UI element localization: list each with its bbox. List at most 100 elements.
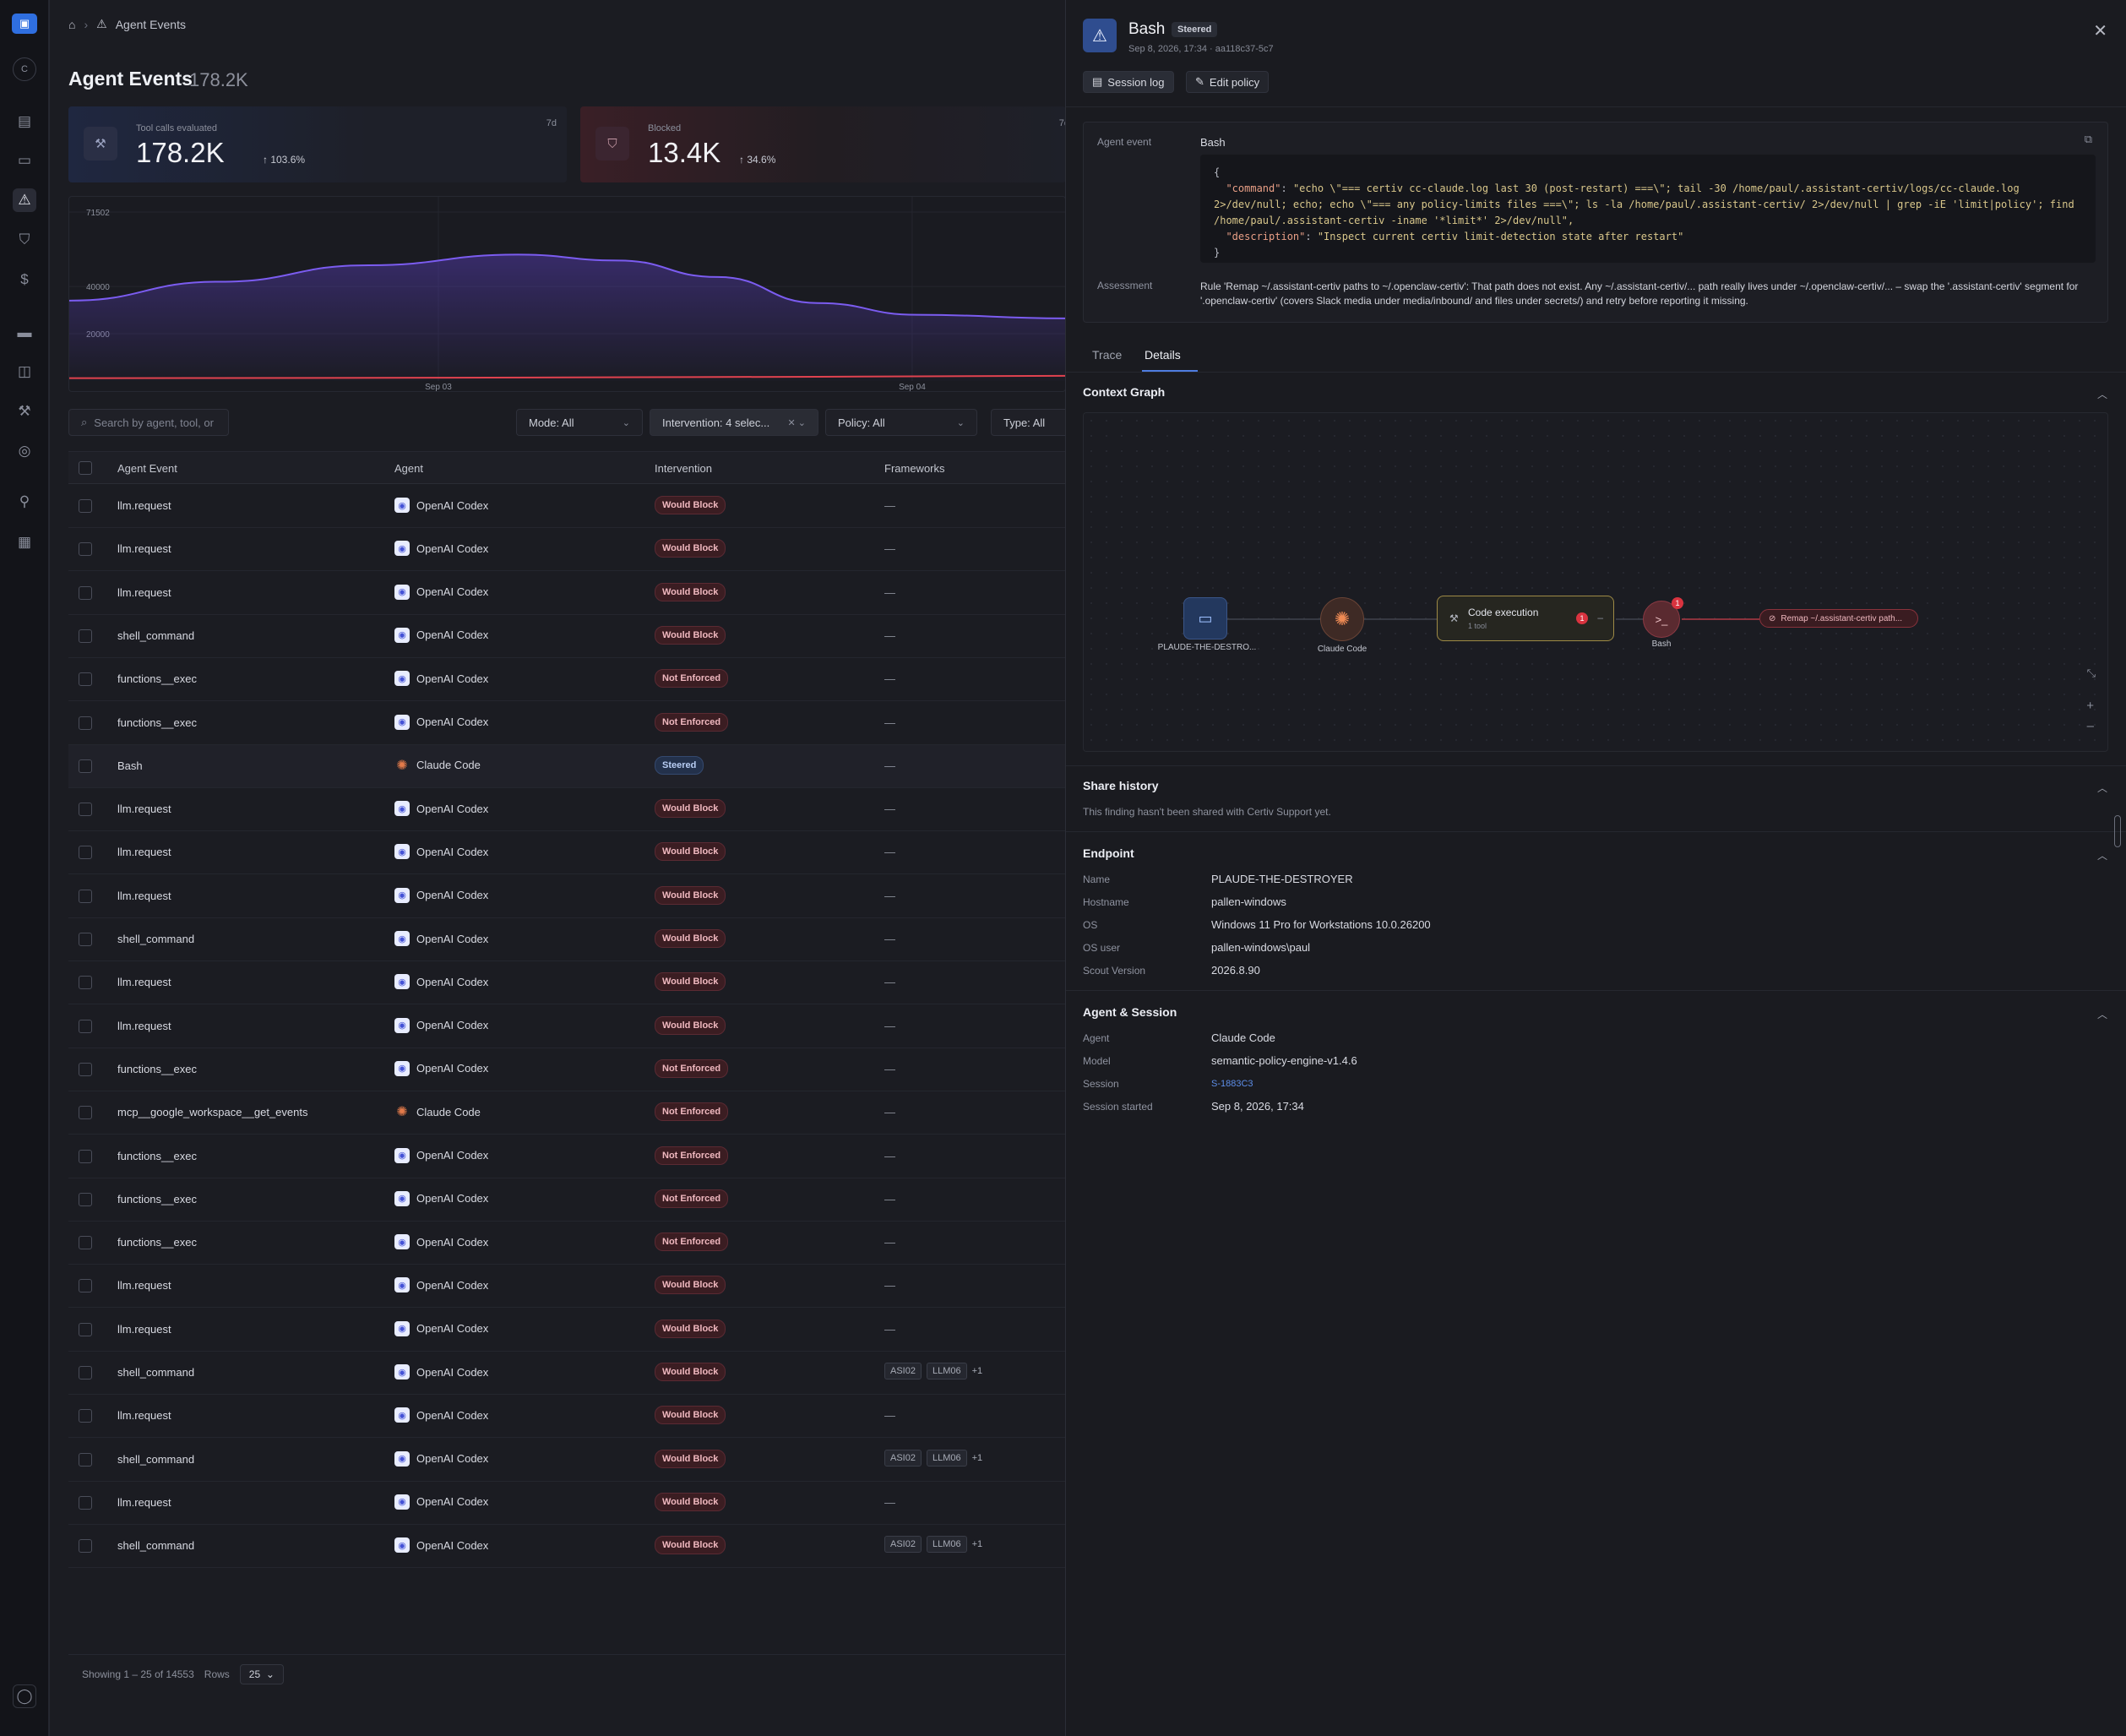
bot-icon[interactable]: ◫: [13, 360, 36, 384]
shield-icon[interactable]: ⛉: [13, 228, 36, 252]
monitor-icon[interactable]: ▭: [1183, 597, 1227, 639]
table-row[interactable]: llm.request ◉ OpenAI Codex Would Block —: [68, 788, 1066, 832]
table-row[interactable]: llm.request ◉ OpenAI Codex Would Block —: [68, 1482, 1066, 1525]
panel-scrollbar[interactable]: [2114, 815, 2121, 847]
table-row[interactable]: shell_command ◉ OpenAI Codex Would Block ASI…: [68, 1352, 1066, 1395]
row-checkbox[interactable]: [79, 1366, 92, 1380]
table-row[interactable]: shell_command ◉ OpenAI Codex Would Block —: [68, 918, 1066, 961]
row-checkbox[interactable]: [79, 585, 92, 600]
tab-trace[interactable]: Trace: [1092, 348, 1122, 362]
home-icon[interactable]: ⌂: [68, 18, 75, 31]
collapse-icon[interactable]: ︿: [2097, 781, 2107, 795]
row-checkbox[interactable]: [79, 759, 92, 773]
table-row[interactable]: llm.request ◉ OpenAI Codex Would Block —: [68, 528, 1066, 572]
row-checkbox[interactable]: [79, 1062, 92, 1076]
session-link[interactable]: S-1883C3: [1211, 1079, 1253, 1089]
rule-node[interactable]: ⊘ Remap ~/.assistant-certiv path...: [1759, 609, 1918, 628]
row-checkbox[interactable]: [79, 846, 92, 860]
close-icon[interactable]: ✕: [2093, 20, 2107, 41]
table-row[interactable]: llm.request ◉ OpenAI Codex Would Block —: [68, 1309, 1066, 1352]
table-row[interactable]: llm.request ◉ OpenAI Codex Would Block —: [68, 875, 1066, 918]
alert-icon[interactable]: ⚠: [13, 188, 36, 212]
row-checkbox[interactable]: [79, 499, 92, 513]
logo-icon[interactable]: ▣: [12, 14, 37, 34]
clear-icon[interactable]: ✕ ⌄: [788, 417, 807, 428]
search-input[interactable]: ⌕ Search by agent, tool, or: [68, 409, 229, 436]
context-graph[interactable]: ▭ PLAUDE-THE-DESTRO... ✺ Claude Code ⚒ C…: [1083, 412, 2108, 752]
row-checkbox[interactable]: [79, 889, 92, 903]
table-row[interactable]: functions__exec ◉ OpenAI Codex Not Enforced…: [68, 1178, 1066, 1222]
row-checkbox[interactable]: [79, 933, 92, 946]
user-icon[interactable]: ◯: [13, 1684, 36, 1708]
copy-icon[interactable]: ⧉: [2085, 133, 2092, 146]
dollar-icon[interactable]: $: [13, 268, 36, 291]
table-row[interactable]: llm.request ◉ OpenAI Codex Would Block —: [68, 1005, 1066, 1048]
row-checkbox[interactable]: [79, 1106, 92, 1120]
table-row[interactable]: llm.request ◉ OpenAI Codex Would Block —: [68, 1395, 1066, 1439]
collapse-node-icon[interactable]: –: [1597, 612, 1603, 623]
select-all-checkbox[interactable]: [79, 461, 92, 475]
collapse-icon[interactable]: ︿: [2097, 387, 2107, 401]
table-row[interactable]: shell_command ◉ OpenAI Codex Would Block ASI…: [68, 1439, 1066, 1482]
row-checkbox[interactable]: [79, 1409, 92, 1423]
row-checkbox[interactable]: [79, 1452, 92, 1467]
table-row[interactable]: llm.request ◉ OpenAI Codex Would Block —: [68, 961, 1066, 1005]
collapse-icon[interactable]: ︿: [2097, 1007, 2107, 1021]
row-checkbox[interactable]: [79, 542, 92, 557]
rows-per-page-select[interactable]: 25 ⌄: [239, 1663, 284, 1684]
col-intervention[interactable]: Intervention: [655, 462, 712, 475]
row-checkbox[interactable]: [79, 1019, 92, 1033]
table-row[interactable]: llm.request ◉ OpenAI Codex Would Block —: [68, 572, 1066, 615]
session-log-button[interactable]: ▤ Session log: [1083, 71, 1174, 93]
laptop-icon[interactable]: ▬: [13, 321, 36, 345]
row-checkbox[interactable]: [79, 1236, 92, 1250]
row-checkbox[interactable]: [79, 716, 92, 730]
globe-icon[interactable]: ◎: [13, 439, 36, 463]
chat-icon[interactable]: ▭: [13, 149, 36, 172]
building-icon[interactable]: ▦: [13, 531, 36, 554]
list-icon[interactable]: ▤: [13, 110, 36, 133]
fit-view-icon[interactable]: ⤡: [2087, 667, 2096, 680]
table-row[interactable]: functions__exec ◉ OpenAI Codex Not Enforced…: [68, 1135, 1066, 1178]
intervention-cell: Would Block: [655, 1449, 726, 1468]
tab-details[interactable]: Details: [1145, 348, 1181, 362]
policy-filter[interactable]: Policy: All ⌄: [825, 409, 977, 436]
row-checkbox[interactable]: [79, 1279, 92, 1293]
table-row[interactable]: shell_command ◉ OpenAI Codex Would Block ASI…: [68, 1525, 1066, 1569]
row-checkbox[interactable]: [79, 1192, 92, 1206]
table-row[interactable]: llm.request ◉ OpenAI Codex Would Block —: [68, 1265, 1066, 1309]
zoom-out-icon[interactable]: –: [2087, 719, 2094, 733]
mode-filter[interactable]: Mode: All ⌄: [516, 409, 643, 436]
table-row[interactable]: Bash ✺ Claude Code Steered —: [68, 744, 1066, 788]
table-row[interactable]: llm.request ◉ OpenAI Codex Would Block —: [68, 831, 1066, 875]
col-agent-event[interactable]: Agent Event: [117, 462, 177, 475]
row-checkbox[interactable]: [79, 1539, 92, 1554]
tenant-avatar[interactable]: C: [13, 57, 36, 81]
table-row[interactable]: mcp__google_workspace__get_events ✺ Claude…: [68, 1091, 1066, 1135]
code-block[interactable]: { "command": "echo \"=== certiv cc-claud…: [1200, 155, 2096, 263]
row-checkbox[interactable]: [79, 1149, 92, 1163]
zoom-in-icon[interactable]: +: [2086, 699, 2094, 713]
table-row[interactable]: shell_command ◉ OpenAI Codex Would Block —: [68, 615, 1066, 658]
claude-node-icon[interactable]: ✺: [1320, 597, 1364, 641]
intervention-filter[interactable]: Intervention: 4 selec... ✕ ⌄: [650, 409, 818, 436]
table-row[interactable]: functions__exec ◉ OpenAI Codex Not Enforced…: [68, 702, 1066, 745]
row-checkbox[interactable]: [79, 976, 92, 990]
plug-icon[interactable]: ⚲: [13, 490, 36, 514]
col-agent[interactable]: Agent: [394, 462, 423, 475]
row-checkbox[interactable]: [79, 1322, 92, 1336]
row-checkbox[interactable]: [79, 629, 92, 643]
collapse-icon[interactable]: ︿: [2097, 848, 2107, 863]
type-filter[interactable]: Type: All: [991, 409, 1066, 436]
table-row[interactable]: functions__exec ◉ OpenAI Codex Not Enforced…: [68, 1048, 1066, 1091]
edit-policy-button[interactable]: ✎ Edit policy: [1186, 71, 1270, 93]
code-execution-node[interactable]: ⚒ Code execution 1 tool 1 –: [1437, 596, 1614, 641]
wrench-icon[interactable]: ⚒: [13, 400, 36, 423]
col-frameworks[interactable]: Frameworks: [884, 462, 945, 475]
row-checkbox[interactable]: [79, 672, 92, 687]
row-checkbox[interactable]: [79, 1495, 92, 1510]
row-checkbox[interactable]: [79, 803, 92, 817]
table-row[interactable]: functions__exec ◉ OpenAI Codex Not Enforced…: [68, 1222, 1066, 1265]
table-row[interactable]: llm.request ◉ OpenAI Codex Would Block —: [68, 485, 1066, 528]
table-row[interactable]: functions__exec ◉ OpenAI Codex Not Enforced…: [68, 658, 1066, 702]
